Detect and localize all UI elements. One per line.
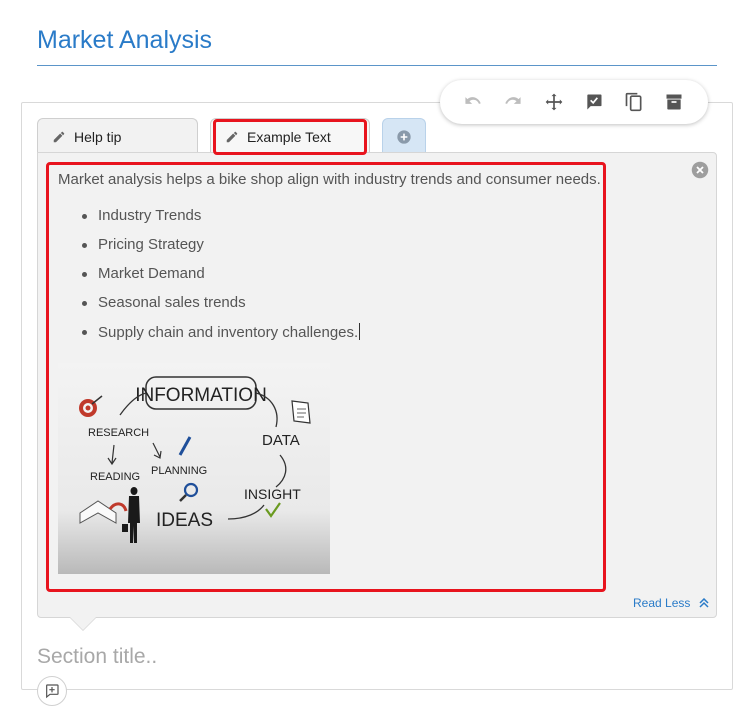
text-cursor [359, 323, 361, 340]
undo-button[interactable] [462, 90, 486, 114]
word-reading: READING [90, 471, 140, 483]
tab-label: Example Text [247, 128, 331, 145]
section-title-input[interactable]: Section title.. [37, 645, 157, 669]
redo-icon [505, 97, 521, 104]
list-item: Market Demand [81, 265, 360, 294]
list-item: Supply chain and inventory challenges. [81, 323, 361, 352]
undo-icon [465, 97, 481, 104]
page-title: Market Analysis [37, 26, 213, 54]
word-ideas: IDEAS [156, 510, 213, 531]
close-icon[interactable] [691, 161, 709, 179]
redo-button[interactable] [502, 90, 526, 114]
intro-text[interactable]: Market analysis helps a bike shop align … [58, 171, 601, 188]
add-comment-button[interactable] [37, 676, 67, 706]
add-tab-button[interactable] [382, 118, 426, 154]
bullet-list[interactable]: Industry Trends Pricing Strategy Market … [81, 207, 361, 352]
list-item: Pricing Strategy [81, 236, 360, 265]
approve-button[interactable] [582, 90, 606, 114]
double-chevron-up-icon [699, 598, 709, 608]
pencil-icon [53, 131, 65, 142]
move-button[interactable] [542, 90, 566, 114]
word-planning: PLANNING [151, 465, 207, 477]
move-icon [545, 93, 563, 111]
word-data: DATA [262, 432, 300, 449]
copy-icon [625, 92, 642, 112]
read-less-button[interactable]: Read Less [633, 596, 709, 610]
title-divider [37, 65, 717, 66]
word-information: INFORMATION [135, 385, 267, 406]
approve-icon [587, 94, 602, 110]
tab-label: Help tip [74, 128, 122, 145]
read-less-label: Read Less [633, 596, 691, 610]
pencil-icon [226, 131, 238, 142]
list-item: Seasonal sales trends [81, 294, 360, 323]
panel-pointer-fill [70, 617, 96, 630]
illustration-graphic: INFORMATION RESEARCH DATA READING PLANNI… [79, 376, 311, 543]
comment-plus-icon [46, 684, 59, 699]
floating-toolbar [440, 80, 708, 124]
archive-button[interactable] [662, 90, 686, 114]
word-research: RESEARCH [88, 427, 149, 439]
tab-example-text[interactable]: Example Text [210, 118, 370, 154]
plus-circle-icon [397, 129, 411, 144]
information-illustration: INFORMATION RESEARCH DATA READING PLANNI… [58, 363, 330, 574]
list-item-text: Supply chain and inventory challenges. [98, 324, 359, 341]
list-item: Industry Trends [81, 207, 360, 236]
copy-button[interactable] [622, 90, 646, 114]
archive-icon [666, 94, 682, 110]
tab-help-tip[interactable]: Help tip [37, 118, 198, 154]
word-insight: INSIGHT [244, 486, 301, 502]
